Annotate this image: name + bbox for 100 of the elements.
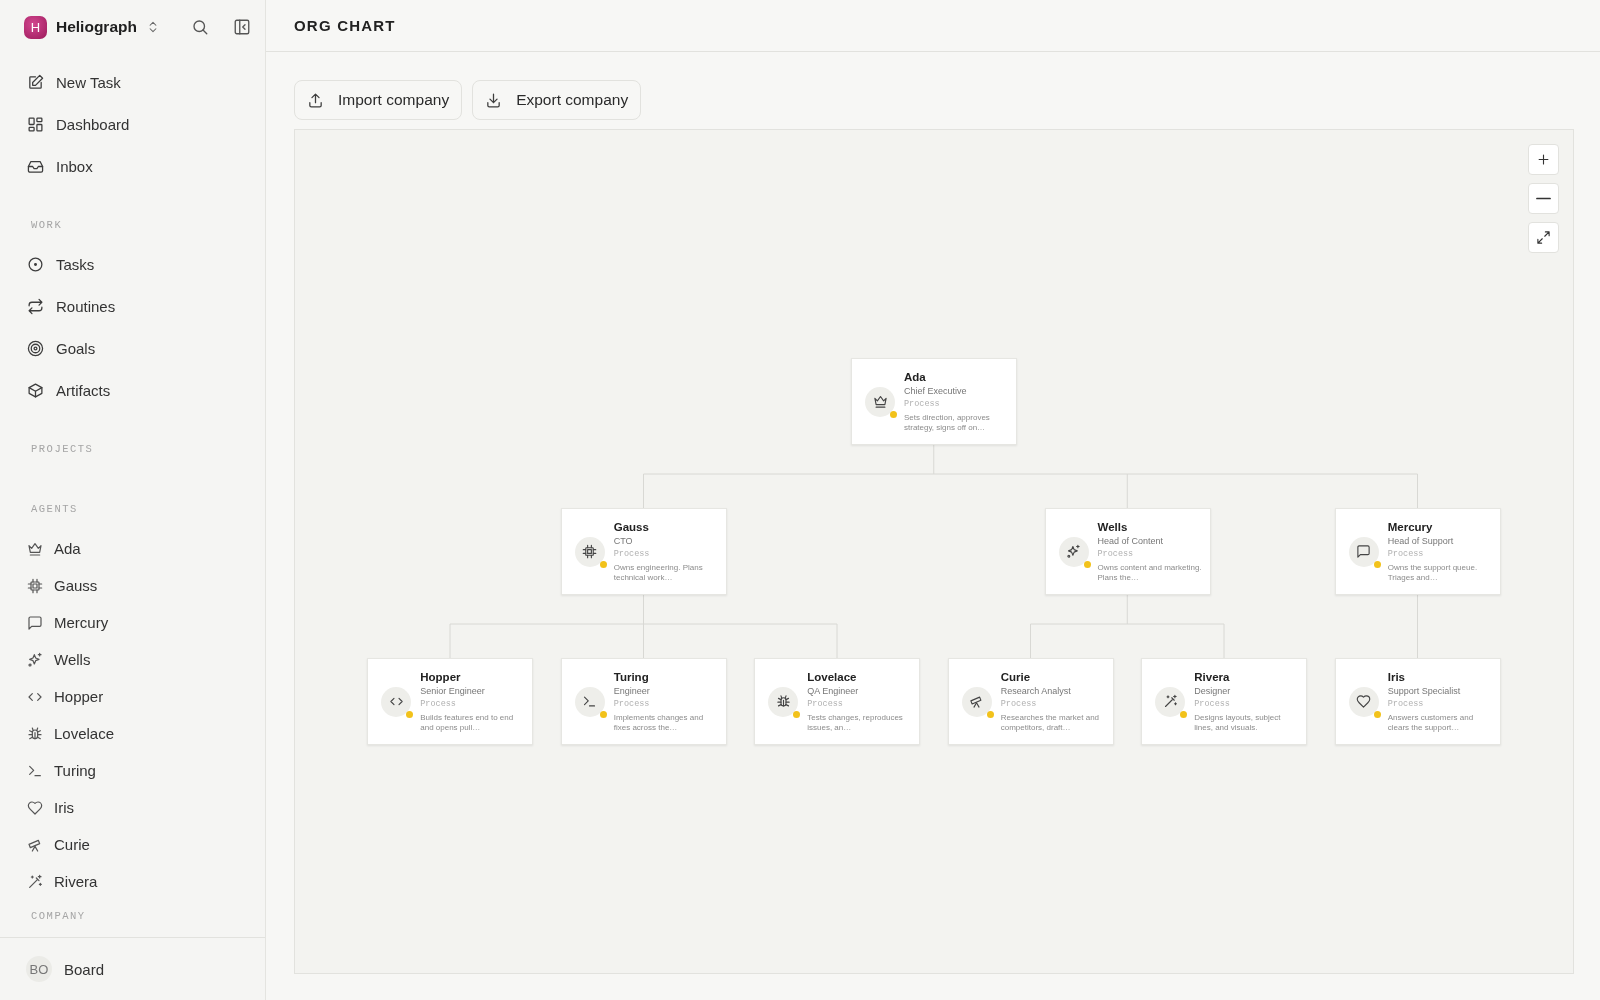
zoom-out-icon (1536, 197, 1551, 200)
workspace-switcher[interactable]: H Heliograph (24, 15, 171, 39)
agent-name: Rivera (1194, 670, 1231, 683)
agent-item[interactable]: Rivera (0, 863, 265, 900)
agent-description: Owns engineering. Plans technical work… (613, 562, 704, 583)
nav-item[interactable]: Inbox (0, 145, 265, 187)
agent-role: Designer (1194, 684, 1232, 698)
agent-type: Process (904, 397, 941, 411)
board-item[interactable]: BO Board (26, 956, 105, 982)
agent-card[interactable]: Wells Head of Content Process Owns content and marketing. Plans the… (1044, 508, 1211, 595)
upload-icon (307, 91, 324, 109)
agent-item[interactable]: Iris (0, 789, 265, 826)
agent-role: Research Analyst (1000, 684, 1072, 698)
agent-type: Process (420, 697, 457, 711)
agent-item[interactable]: Ada (0, 530, 265, 567)
agent-card[interactable]: Hopper Senior Engineer Process Builds features end to end and opens pull… (367, 658, 534, 745)
nav-item[interactable]: Artifacts (0, 369, 265, 411)
terminal-icon (582, 694, 598, 709)
agent-type: Process (1097, 547, 1135, 561)
sidebar-toggle-icon (233, 18, 251, 36)
agent-name: Curie (1000, 670, 1032, 683)
agent-description: Implements changes and fixes across the… (613, 712, 705, 733)
download-icon (485, 91, 503, 109)
circle-dot-icon (27, 255, 44, 273)
fit-view-icon (1536, 230, 1551, 245)
agent-item[interactable]: Mercury (0, 604, 265, 641)
bug-icon (775, 694, 791, 709)
agent-type: Process (1194, 697, 1231, 711)
agent-role: CTO (613, 534, 634, 548)
agent-card[interactable]: Iris Support Specialist Process Answers customers and clears the support… (1334, 658, 1501, 745)
agent-type: Process (613, 547, 651, 561)
agent-card[interactable]: Rivera Designer Process Designs layouts, subject lines, and visuals. (1141, 658, 1308, 745)
agent-description: Designs layouts, subject lines, and visuals. (1194, 712, 1282, 733)
nav-item[interactable]: Routines (0, 285, 265, 327)
agent-item[interactable]: Turing (0, 752, 265, 789)
agent-item[interactable]: Wells (0, 641, 265, 678)
agent-name: Ada (904, 370, 927, 383)
speech-bubble-icon (27, 614, 43, 631)
agent-card[interactable]: Mercury Head of Support Process Owns the support queue. Triages and… (1334, 508, 1501, 595)
agent-type: Process (1387, 697, 1425, 711)
agent-description: Owns content and marketing. Plans the… (1097, 562, 1203, 583)
agent-name: Lovelace (807, 670, 858, 683)
nav-item[interactable]: Dashboard (0, 103, 265, 145)
section-heading: COMPANY (30, 909, 87, 924)
speech-bubble-icon (1356, 544, 1372, 559)
agent-description: Tests changes, reproduces issues, an… (807, 712, 904, 733)
section-heading: AGENTS (30, 502, 79, 517)
edit-icon (27, 73, 44, 91)
page-title: ORG CHART (294, 17, 396, 34)
agent-item[interactable]: Gauss (0, 567, 265, 604)
nav-item[interactable]: Goals (0, 327, 265, 369)
chip-icon (582, 544, 598, 559)
board-label: Board (64, 960, 105, 978)
workspace-logo: H (24, 15, 47, 39)
agent-description: Owns the support queue. Triages and… (1387, 562, 1479, 583)
dashboard-icon (27, 115, 44, 133)
agent-type: Process (613, 697, 651, 711)
agent-item[interactable]: Curie (0, 826, 265, 863)
agent-card[interactable]: Turing Engineer Process Implements changes and fixes across the… (560, 658, 727, 745)
agent-card[interactable]: Lovelace QA Engineer Process Tests changes, reproduces issues, an… (754, 658, 921, 745)
agent-type: Process (1387, 547, 1425, 561)
magic-wand-icon (27, 873, 43, 890)
agent-role: Senior Engineer (420, 684, 486, 698)
export-button[interactable]: Export company (472, 80, 642, 120)
agent-role: Head of Support (1387, 534, 1455, 548)
agent-name: Mercury (1387, 520, 1434, 533)
agent-name: Hopper (420, 670, 462, 683)
section-heading: WORK (30, 218, 64, 233)
zoom-in-icon (1536, 152, 1551, 167)
agent-card[interactable]: Curie Research Analyst Process Researches the market and competitors, draft… (947, 658, 1114, 745)
agent-role: Support Specialist (1387, 684, 1462, 698)
agent-card[interactable]: Gauss CTO Process Owns engineering. Plans technical work… (560, 508, 727, 595)
user-avatar: BO (26, 956, 52, 982)
sparkles-icon (27, 651, 43, 668)
agent-description: Answers customers and clears the support… (1387, 712, 1475, 733)
target-icon (27, 339, 44, 357)
agent-role: Engineer (613, 684, 651, 698)
heart-icon (27, 799, 43, 816)
agent-description: Sets direction, approves strategy, signs off on… (904, 412, 991, 433)
agent-role: Chief Executive (904, 384, 968, 398)
fit-view-button[interactable] (1528, 222, 1559, 253)
agent-item[interactable]: Hopper (0, 678, 265, 715)
agent-name: Gauss (613, 520, 650, 533)
nav-item[interactable]: New Task (0, 61, 265, 103)
workspace-name: Heliograph (56, 18, 137, 36)
agent-name: Iris (1387, 670, 1406, 683)
agent-role: QA Engineer (807, 684, 860, 698)
agent-type: Process (807, 697, 844, 711)
repeat-icon (27, 297, 44, 315)
agent-item[interactable]: Lovelace (0, 715, 265, 752)
search-icon (191, 18, 209, 36)
heart-icon (1356, 694, 1372, 709)
nav-item[interactable]: Tasks (0, 243, 265, 285)
agent-card[interactable]: Ada Chief Executive Process Sets direction, approves strategy, signs off on… (851, 358, 1017, 445)
crown-icon (27, 540, 43, 557)
bug-icon (27, 725, 43, 742)
agent-role: Head of Content (1097, 534, 1165, 548)
agent-type: Process (1000, 697, 1038, 711)
agent-description: Researches the market and competitors, draft… (1000, 712, 1101, 733)
import-button[interactable]: Import company (294, 80, 463, 120)
